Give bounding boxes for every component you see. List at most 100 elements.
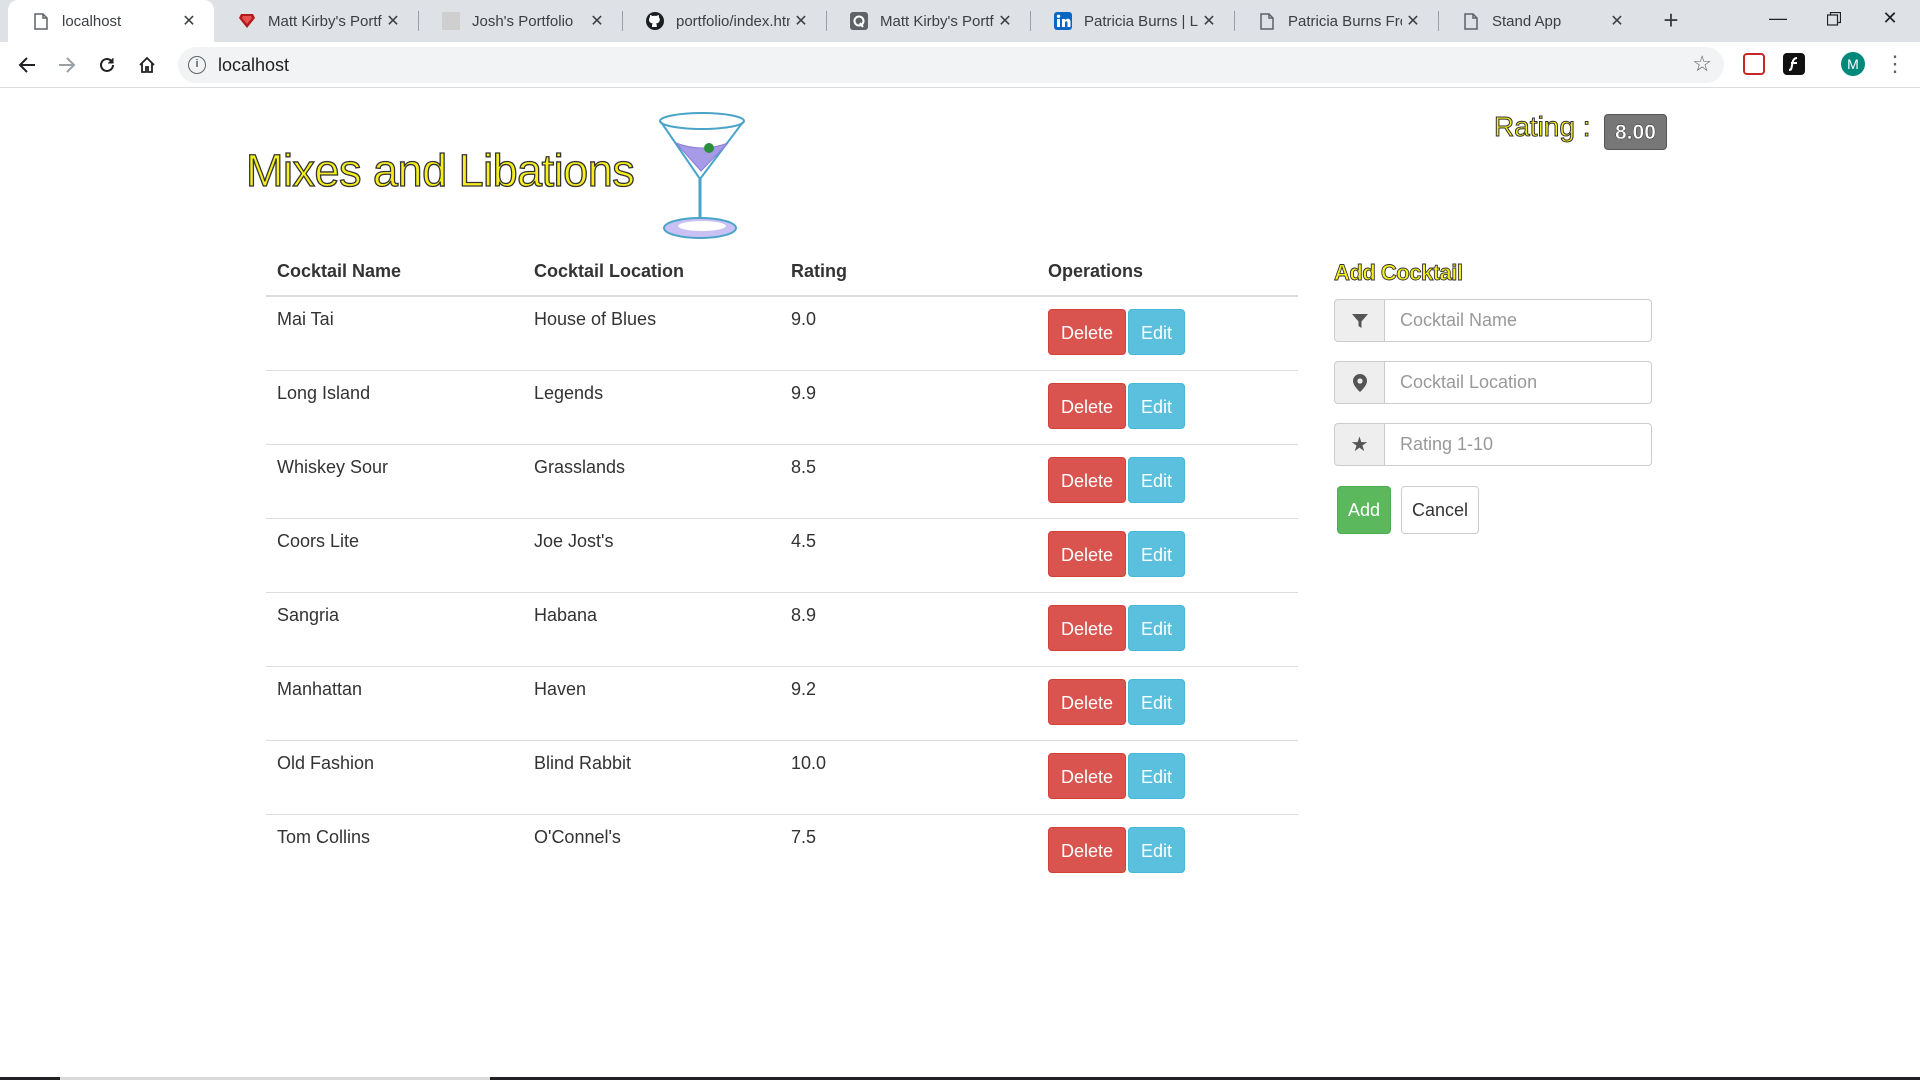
star-icon: ★ — [1334, 423, 1385, 466]
tab-matt-kirby-1[interactable]: Matt Kirby's Portfo ✕ — [214, 0, 418, 42]
add-cocktail-heading: Add Cocktail — [1334, 260, 1464, 286]
close-tab-icon[interactable]: ✕ — [1606, 11, 1628, 31]
delete-button[interactable]: Delete — [1048, 678, 1127, 725]
table-row: Tom Collins O'Connel's 7.5 Delete Edit — [266, 813, 1298, 888]
window-close-icon[interactable]: ✕ — [1862, 0, 1918, 38]
cell-operations: Delete Edit — [1037, 591, 1298, 666]
tab-joshs-portfolio[interactable]: Josh's Portfolio ✕ — [418, 0, 622, 42]
close-tab-icon[interactable]: ✕ — [178, 11, 200, 31]
cell-rating: 4.5 — [780, 517, 1037, 592]
tab-title: Patricia Burns Fron — [1288, 12, 1402, 30]
close-tab-icon[interactable]: ✕ — [994, 11, 1016, 31]
delete-button[interactable]: Delete — [1048, 456, 1127, 503]
tab-title: Patricia Burns | Link — [1084, 12, 1198, 30]
delete-button[interactable]: Delete — [1048, 530, 1127, 577]
document-icon — [1462, 12, 1480, 30]
cell-cocktail-location: Blind Rabbit — [523, 739, 780, 814]
restore-icon[interactable] — [1806, 0, 1862, 38]
edit-button[interactable]: Edit — [1128, 826, 1186, 873]
table-row: Coors Lite Joe Jost's 4.5 Delete Edit — [266, 517, 1298, 592]
cell-cocktail-name: Whiskey Sour — [266, 443, 523, 518]
cell-cocktail-location: Grasslands — [523, 443, 780, 518]
back-arrow-icon[interactable] — [12, 50, 42, 80]
address-bar[interactable]: i localhost ☆ — [178, 47, 1724, 83]
edit-button[interactable]: Edit — [1128, 604, 1186, 651]
cell-rating: 9.0 — [780, 295, 1037, 370]
forward-arrow-icon[interactable] — [52, 50, 82, 80]
tab-localhost[interactable]: localhost ✕ — [8, 0, 214, 42]
delete-button[interactable]: Delete — [1048, 826, 1127, 873]
tab-patricia-burns-linkedin[interactable]: Patricia Burns | Link ✕ — [1030, 0, 1234, 42]
cocktail-rating-group: ★ — [1334, 423, 1652, 466]
cell-operations: Delete Edit — [1037, 813, 1298, 888]
tab-strip: localhost ✕ Matt Kirby's Portfo ✕ Josh's… — [0, 0, 1920, 42]
cancel-button[interactable]: Cancel — [1401, 486, 1479, 534]
document-icon — [32, 12, 50, 30]
edit-button[interactable]: Edit — [1128, 752, 1186, 799]
tab-matt-kirby-2[interactable]: Matt Kirby's Portfo ✕ — [826, 0, 1030, 42]
add-button[interactable]: Add — [1337, 486, 1391, 534]
delete-button[interactable]: Delete — [1048, 309, 1127, 355]
delete-button[interactable]: Delete — [1048, 604, 1127, 651]
cell-cocktail-name: Manhattan — [266, 665, 523, 740]
delete-button[interactable]: Delete — [1048, 382, 1127, 429]
header-rating: Rating — [780, 249, 1037, 297]
menu-kebab-icon[interactable]: ⋮ — [1884, 50, 1906, 78]
close-tab-icon[interactable]: ✕ — [790, 11, 812, 31]
close-tab-icon[interactable]: ✕ — [382, 11, 404, 31]
tab-title: portfolio/index.htm — [676, 12, 790, 30]
header-cocktail-name: Cocktail Name — [266, 249, 523, 297]
cell-operations: Delete Edit — [1037, 517, 1298, 592]
close-tab-icon[interactable]: ✕ — [586, 11, 608, 31]
cocktail-name-input[interactable] — [1385, 299, 1652, 342]
cell-cocktail-name: Old Fashion — [266, 739, 523, 814]
bookmark-star-icon[interactable]: ☆ — [1692, 51, 1712, 77]
cell-cocktail-name: Sangria — [266, 591, 523, 666]
cell-rating: 7.5 — [780, 813, 1037, 888]
q-logo-icon — [850, 12, 868, 30]
table-row: Sangria Habana 8.9 Delete Edit — [266, 591, 1298, 666]
edit-button[interactable]: Edit — [1128, 678, 1186, 725]
app-title: Mixes and Libations — [245, 144, 635, 196]
cell-cocktail-location: Habana — [523, 591, 780, 666]
browser-toolbar: i localhost ☆ M ⋮ — [0, 42, 1920, 88]
header-operations: Operations — [1037, 249, 1298, 297]
home-icon[interactable] — [132, 50, 162, 80]
tab-stand-app[interactable]: Stand App ✕ — [1438, 0, 1642, 42]
close-tab-icon[interactable]: ✕ — [1198, 11, 1220, 31]
map-marker-icon — [1334, 361, 1385, 404]
linkedin-icon — [1054, 12, 1072, 30]
github-icon — [646, 12, 664, 30]
tab-title: Matt Kirby's Portfo — [880, 12, 994, 30]
tab-title: Josh's Portfolio — [472, 12, 574, 30]
filter-funnel-icon — [1334, 299, 1385, 342]
cocktail-location-input[interactable] — [1385, 361, 1652, 404]
table-row: Whiskey Sour Grasslands 8.5 Delete Edit — [266, 443, 1298, 518]
header-cocktail-location: Cocktail Location — [523, 249, 780, 297]
edit-button[interactable]: Edit — [1128, 530, 1186, 577]
cocktail-name-group — [1334, 299, 1652, 342]
delete-button[interactable]: Delete — [1048, 752, 1127, 799]
info-icon[interactable]: i — [188, 56, 206, 74]
new-tab-plus-icon[interactable]: + — [1656, 6, 1686, 36]
close-tab-icon[interactable]: ✕ — [1402, 11, 1424, 31]
profile-avatar[interactable]: M — [1841, 52, 1865, 76]
tab-portfolio-index[interactable]: portfolio/index.htm ✕ — [622, 0, 826, 42]
cell-cocktail-location: Legends — [523, 369, 780, 444]
cell-rating: 8.5 — [780, 443, 1037, 518]
minimize-icon[interactable]: — — [1750, 0, 1806, 38]
edit-button[interactable]: Edit — [1128, 456, 1186, 503]
pocket-extension-icon[interactable] — [1743, 53, 1765, 75]
cocktail-table: Cocktail Name Cocktail Location Rating O… — [266, 249, 1298, 888]
flash-extension-icon[interactable] — [1783, 53, 1805, 75]
tab-patricia-burns-front[interactable]: Patricia Burns Fron ✕ — [1234, 0, 1438, 42]
edit-button[interactable]: Edit — [1128, 309, 1186, 355]
cell-cocktail-name: Tom Collins — [266, 813, 523, 888]
reload-icon[interactable] — [92, 50, 122, 80]
cell-cocktail-location: O'Connel's — [523, 813, 780, 888]
cocktail-rating-input[interactable] — [1385, 423, 1652, 466]
table-row: Manhattan Haven 9.2 Delete Edit — [266, 665, 1298, 740]
url-text[interactable]: localhost — [218, 55, 289, 76]
cell-rating: 9.2 — [780, 665, 1037, 740]
edit-button[interactable]: Edit — [1128, 382, 1186, 429]
